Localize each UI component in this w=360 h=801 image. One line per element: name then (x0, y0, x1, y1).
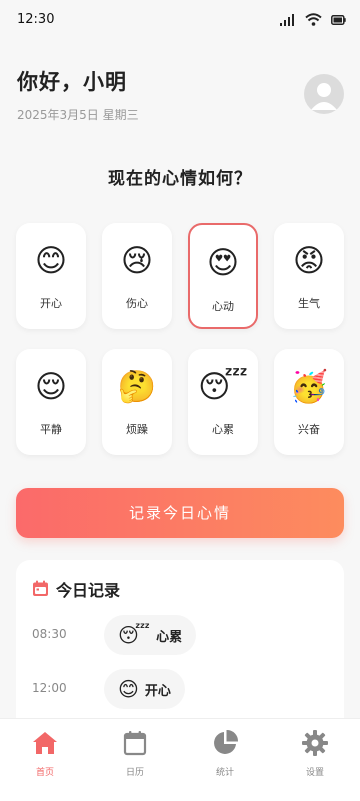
mood-label: 心动 (212, 300, 234, 313)
tab-label: 设置 (305, 768, 324, 778)
heart-eyes-emoji-icon: 😍 (206, 245, 240, 281)
tab-label: 日历 (125, 768, 144, 778)
record-mood-pill: 😊 开心 (104, 669, 185, 709)
avatar[interactable] (304, 74, 344, 114)
mood-card-sad[interactable]: 😢 伤心 (102, 223, 172, 329)
mood-label: 烦躁 (126, 423, 148, 436)
gear-icon (302, 730, 328, 756)
mood-card-excited[interactable]: 🥳 兴奋 (274, 349, 344, 455)
record-entry[interactable]: 12:00 😊 开心 (16, 669, 344, 709)
tab-label: 统计 (215, 768, 234, 778)
mood-label: 兴奋 (298, 423, 320, 436)
record-mood-label: 心累 (156, 629, 183, 645)
calendar-icon (33, 580, 48, 596)
home-icon (33, 732, 57, 754)
tab-settings[interactable]: 设置 (270, 719, 360, 801)
mood-card-angry[interactable]: 😡 生气 (274, 223, 344, 329)
date-label: 2025年3月5日 星期三 (17, 108, 139, 122)
party-emoji-icon: 🥳 (289, 369, 329, 405)
greeting-title: 你好，小明 (17, 70, 127, 94)
mood-question: 现在的心情如何？ (108, 169, 252, 189)
smile-emoji-icon: 😊 (34, 243, 68, 279)
tab-statistics[interactable]: 统计 (180, 719, 270, 801)
record-mood-button[interactable]: 记录今日心情 (16, 488, 344, 538)
calendar-icon (123, 731, 147, 756)
mood-label: 伤心 (126, 297, 148, 310)
bottom-tab-bar: 首页 日历 统计 设置 (0, 718, 360, 801)
pie-chart-icon (214, 729, 239, 754)
smile-emoji-icon: 😊 (118, 677, 139, 701)
crying-emoji-icon: 😢 (120, 243, 154, 279)
mood-card-heart-eyes[interactable]: 😍 心动 (188, 223, 258, 329)
today-records-title: 今日记录 (56, 581, 121, 600)
sleeping-emoji-icon: 😴 (118, 623, 151, 647)
mood-label: 心累 (212, 423, 234, 436)
mood-label: 生气 (298, 297, 320, 310)
today-records-card: 今日记录 08:30 😴 心累 12:00 😊 开心 (16, 560, 344, 730)
sleeping-emoji-icon: 😴 (198, 369, 248, 405)
mood-card-irritated[interactable]: 🤔 烦躁 (102, 349, 172, 455)
mood-label: 平静 (40, 423, 62, 436)
status-time: 12:30 (17, 12, 55, 27)
angry-emoji-icon: 😡 (292, 243, 326, 279)
record-time: 12:00 (32, 681, 67, 695)
tab-calendar[interactable]: 日历 (90, 719, 180, 801)
thinking-emoji-icon: 🤔 (117, 369, 157, 405)
user-icon (311, 83, 337, 110)
wifi-icon (305, 13, 322, 26)
mood-card-happy[interactable]: 😊 开心 (16, 223, 86, 329)
tab-home[interactable]: 首页 (0, 719, 90, 801)
mood-card-calm[interactable]: 😌 平静 (16, 349, 86, 455)
relieved-emoji-icon: 😌 (34, 369, 68, 405)
tab-label: 首页 (35, 768, 54, 778)
record-mood-label: 开心 (144, 683, 171, 699)
record-time: 08:30 (32, 627, 67, 641)
battery-icon (331, 14, 346, 25)
signal-icon (280, 13, 294, 26)
mood-label: 开心 (40, 297, 62, 310)
record-entry[interactable]: 08:30 😴 心累 (16, 615, 344, 655)
record-mood-pill: 😴 心累 (104, 615, 197, 655)
status-bar: 12:30 (0, 0, 360, 40)
mood-card-tired[interactable]: 😴 心累 (188, 349, 258, 455)
status-icons (280, 13, 346, 26)
